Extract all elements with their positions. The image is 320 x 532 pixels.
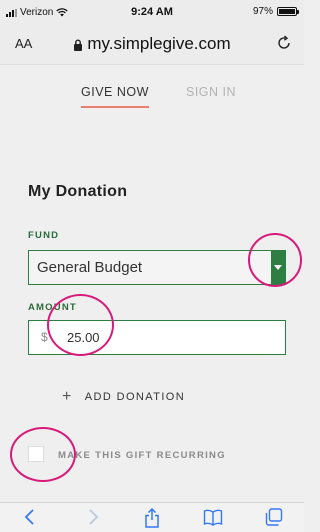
battery-percent: 97%: [252, 6, 273, 17]
battery-icon: [277, 7, 299, 16]
nav-tabs: GIVE NOW SIGN IN: [0, 64, 304, 117]
fund-label: FUND: [28, 230, 60, 241]
back-icon[interactable]: [23, 508, 37, 526]
tab-give-now[interactable]: GIVE NOW: [81, 85, 149, 108]
bookmarks-icon[interactable]: [203, 508, 223, 526]
battery-fill: [279, 9, 295, 14]
status-bar: Verizon 9:24 AM 97%: [0, 0, 304, 26]
address-bar: AA my.simplegive.com: [0, 26, 304, 64]
browser-toolbar: [0, 502, 304, 532]
annotation-circle-checkbox: [10, 427, 76, 482]
plus-icon: +: [62, 388, 73, 405]
add-donation-label: ADD DONATION: [84, 391, 186, 403]
lock-icon: [74, 39, 83, 51]
currency-symbol: $: [41, 330, 48, 344]
active-tab-underline: [81, 106, 149, 108]
status-right: 97%: [252, 6, 299, 17]
annotation-circle-dropdown: [248, 233, 302, 287]
share-icon[interactable]: [144, 508, 160, 528]
tabs-icon[interactable]: [265, 508, 283, 526]
tab-give-now-label: GIVE NOW: [81, 85, 149, 99]
url-text: my.simplegive.com: [87, 34, 231, 53]
add-donation-button[interactable]: + ADD DONATION: [62, 388, 185, 406]
recurring-label[interactable]: MAKE THIS GIFT RECURRING: [58, 450, 226, 461]
annotation-circle-amount: [47, 294, 114, 356]
reload-icon[interactable]: [276, 35, 292, 51]
url-field[interactable]: my.simplegive.com: [0, 34, 304, 54]
page-title: My Donation: [28, 183, 128, 200]
tab-sign-in-label: SIGN IN: [186, 85, 237, 99]
fund-selected-value: General Budget: [37, 259, 143, 276]
tab-sign-in[interactable]: SIGN IN: [186, 85, 236, 99]
forward-icon[interactable]: [86, 508, 100, 526]
